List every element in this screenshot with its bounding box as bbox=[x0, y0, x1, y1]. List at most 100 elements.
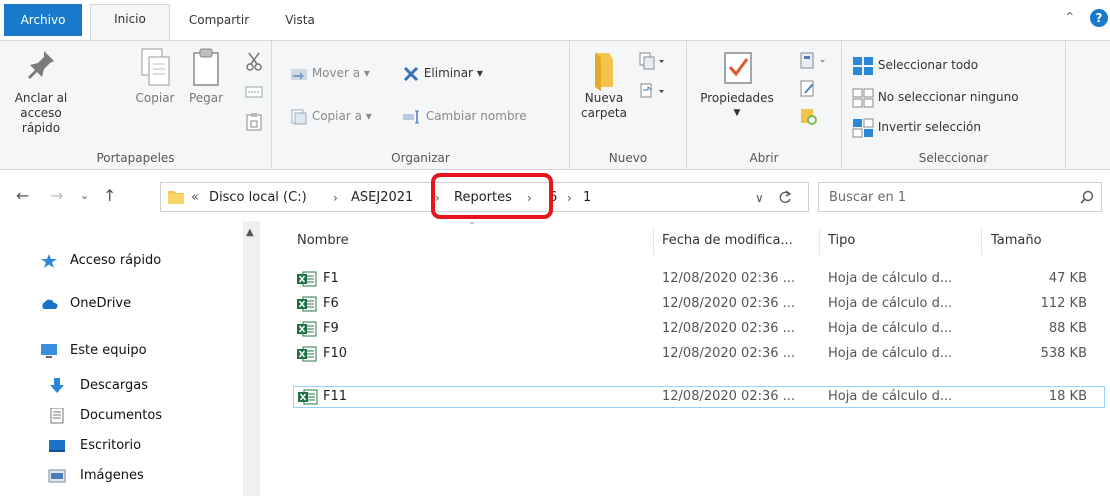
breadcrumb-1[interactable]: 1 bbox=[583, 189, 591, 207]
copy-to-button[interactable]: Copiar a ▾ bbox=[290, 104, 372, 128]
dropdown-arrow-icon: ▾ bbox=[361, 109, 372, 123]
file-row[interactable]: F9 12/08/2020 02:36 ... Hoja de cálculo … bbox=[293, 318, 1105, 340]
invert-selection-label: Invertir selección bbox=[877, 120, 982, 134]
forward-arrow-icon[interactable]: → bbox=[50, 187, 63, 205]
pictures-icon bbox=[48, 469, 66, 483]
new-folder-button[interactable]: Nueva carpeta bbox=[576, 47, 632, 121]
file-name: F1 bbox=[323, 271, 339, 286]
copy-to-label: Copiar a bbox=[311, 109, 362, 123]
rename-label: Cambiar nombre bbox=[425, 109, 527, 123]
pin-label-line1: Anclar al bbox=[14, 91, 68, 105]
tab-home[interactable]: Inicio bbox=[90, 4, 170, 41]
group-new: Nueva carpeta Nuevo bbox=[570, 41, 687, 169]
file-row[interactable]: F1 12/08/2020 02:36 ... Hoja de cálculo … bbox=[293, 268, 1105, 290]
column-divider[interactable] bbox=[653, 229, 654, 255]
rename-icon bbox=[403, 110, 419, 123]
tab-share[interactable]: Compartir bbox=[174, 6, 264, 34]
new-folder-label-line1: Nueva bbox=[584, 91, 624, 105]
open-icon[interactable] bbox=[799, 51, 829, 71]
ribbon: Anclar al acceso rápido Copiar Pegar Por… bbox=[0, 40, 1110, 170]
select-none-label: No seleccionar ninguno bbox=[877, 90, 1019, 104]
address-dropdown-icon[interactable]: ∨ bbox=[755, 189, 764, 207]
select-none-button[interactable]: No seleccionar ninguno bbox=[852, 85, 1019, 109]
history-icon[interactable] bbox=[799, 107, 819, 127]
group-label-organize: Organizar bbox=[391, 151, 450, 165]
tab-file[interactable]: Archivo bbox=[4, 4, 82, 36]
move-to-icon bbox=[291, 68, 307, 80]
breadcrumb-separator-icon[interactable]: › bbox=[567, 189, 572, 207]
file-date: 12/08/2020 02:36 ... bbox=[662, 389, 796, 404]
navigation-pane-scrollbar[interactable] bbox=[243, 221, 260, 496]
paste-shortcut-icon[interactable] bbox=[246, 113, 262, 131]
file-date: 12/08/2020 02:36 ... bbox=[662, 271, 796, 286]
properties-label: Propiedades bbox=[700, 91, 774, 105]
cut-icon[interactable] bbox=[245, 51, 263, 71]
column-header-date[interactable]: Fecha de modifica... bbox=[662, 229, 793, 253]
paste-icon bbox=[193, 48, 219, 86]
column-header-type[interactable]: Tipo bbox=[828, 229, 855, 253]
copy-path-icon[interactable] bbox=[245, 85, 263, 99]
tab-view[interactable]: Vista bbox=[270, 6, 330, 34]
new-folder-label-line2: carpeta bbox=[581, 106, 627, 120]
help-icon[interactable]: ? bbox=[1090, 9, 1108, 27]
dropdown-arrow-icon: ▼ bbox=[733, 108, 741, 118]
rename-button[interactable]: Cambiar nombre bbox=[402, 104, 527, 128]
file-row[interactable]: F10 12/08/2020 02:36 ... Hoja de cálculo… bbox=[293, 343, 1105, 365]
refresh-icon[interactable] bbox=[777, 190, 793, 206]
nav-item-label: Este equipo bbox=[70, 343, 147, 358]
dropdown-arrow-icon: ▾ bbox=[473, 66, 483, 80]
ribbon-tab-bar: Archivo Inicio Compartir Vista ⌃ ? bbox=[0, 0, 1110, 41]
column-divider[interactable] bbox=[819, 229, 820, 255]
column-divider[interactable] bbox=[981, 229, 982, 255]
file-type: Hoja de cálculo d... bbox=[828, 296, 953, 311]
edit-icon[interactable] bbox=[799, 79, 817, 99]
move-to-label: Mover a bbox=[311, 66, 361, 80]
file-name: F11 bbox=[323, 389, 348, 404]
star-icon bbox=[41, 254, 57, 268]
group-select: Seleccionar todo No seleccionar ninguno … bbox=[842, 41, 1066, 169]
easy-access-icon[interactable] bbox=[638, 81, 668, 101]
breadcrumb-overflow[interactable]: « bbox=[191, 189, 199, 207]
dropdown-arrow-icon: ▾ bbox=[360, 66, 370, 80]
file-size: 538 KB bbox=[1040, 346, 1087, 361]
file-row[interactable]: F6 12/08/2020 02:36 ... Hoja de cálculo … bbox=[293, 293, 1105, 315]
pin-label-line2: acceso rápido bbox=[20, 106, 62, 135]
file-type: Hoja de cálculo d... bbox=[828, 389, 953, 404]
breadcrumb-disk[interactable]: Disco local (C:) bbox=[209, 189, 307, 207]
sort-ascending-icon: ⌃ bbox=[468, 221, 477, 232]
paste-button[interactable]: Pegar bbox=[183, 47, 229, 106]
select-all-button[interactable]: Seleccionar todo bbox=[852, 53, 978, 77]
column-header-name[interactable]: Nombre bbox=[297, 229, 349, 253]
breadcrumb-separator-icon[interactable]: › bbox=[333, 189, 338, 207]
delete-label: Eliminar bbox=[423, 66, 473, 80]
select-all-label: Seleccionar todo bbox=[877, 58, 979, 72]
copy-button[interactable]: Copiar bbox=[130, 47, 180, 106]
pin-quick-access-button[interactable]: Anclar al acceso rápido bbox=[6, 47, 76, 136]
download-arrow-icon bbox=[50, 378, 64, 393]
delete-icon bbox=[403, 66, 419, 81]
properties-button[interactable]: Propiedades ▼ bbox=[693, 47, 781, 121]
up-arrow-icon[interactable]: ↑ bbox=[103, 187, 116, 205]
recent-locations-chevron-icon[interactable]: ⌄ bbox=[80, 187, 89, 205]
search-box[interactable]: Buscar en 1 bbox=[818, 182, 1102, 212]
column-header-size[interactable]: Tamaño bbox=[991, 229, 1042, 253]
desktop-icon bbox=[49, 440, 65, 452]
copy-label: Copiar bbox=[135, 91, 175, 105]
group-label-select: Seleccionar bbox=[918, 151, 989, 165]
breadcrumb-asej2021[interactable]: ASEJ2021 bbox=[351, 189, 413, 207]
search-icon[interactable] bbox=[1079, 189, 1095, 205]
move-to-button[interactable]: Mover a ▾ bbox=[290, 61, 370, 85]
file-row-selected[interactable]: F11 12/08/2020 02:36 ... Hoja de cálculo… bbox=[293, 386, 1105, 408]
scroll-up-icon[interactable]: ▲ bbox=[246, 227, 254, 238]
new-item-icon[interactable] bbox=[638, 51, 668, 71]
back-arrow-icon[interactable]: ← bbox=[16, 187, 29, 205]
nav-item-label: Escritorio bbox=[80, 438, 142, 453]
delete-button[interactable]: Eliminar ▾ bbox=[402, 61, 483, 85]
file-name: F10 bbox=[323, 346, 348, 361]
invert-selection-button[interactable]: Invertir selección bbox=[852, 115, 981, 139]
highlight-annotation bbox=[431, 173, 553, 219]
properties-icon bbox=[724, 52, 752, 84]
group-label-clipboard: Portapapeles bbox=[96, 151, 175, 165]
column-header-label: Tamaño bbox=[991, 233, 1042, 248]
collapse-ribbon-icon[interactable]: ⌃ bbox=[1064, 10, 1080, 26]
